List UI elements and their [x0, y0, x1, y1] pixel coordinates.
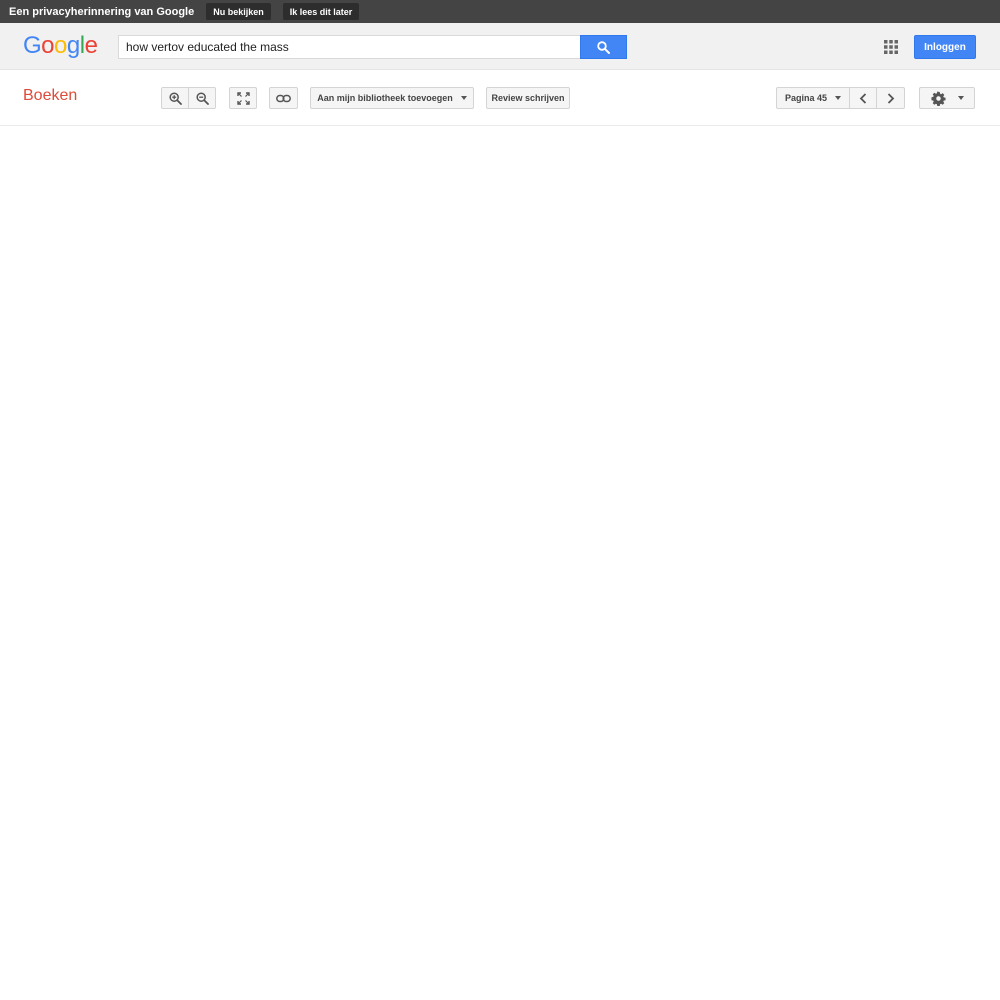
logo-letter: G: [23, 32, 42, 59]
privacy-reminder-title: Een privacyherinnering van Google: [9, 5, 195, 18]
section-title[interactable]: Boeken: [23, 87, 77, 105]
page-selector-label: Pagina 45: [784, 93, 828, 103]
fullscreen-icon: [236, 91, 250, 105]
logo-letter: g: [66, 32, 80, 59]
zoom-out-button[interactable]: [188, 87, 216, 109]
privacy-reminder-bar: Een privacyherinnering van Google Nu bek…: [0, 0, 1000, 23]
search-button[interactable]: [580, 35, 627, 59]
next-page-button[interactable]: [876, 87, 905, 109]
search-input[interactable]: [118, 35, 580, 59]
fullscreen-button[interactable]: [229, 87, 257, 109]
chevron-left-icon: [859, 92, 866, 104]
logo-letter: e: [84, 32, 98, 59]
gear-icon: [930, 90, 946, 106]
books-toolbar: Boeken Aan mijn bibliotheek toevoegen Re…: [0, 71, 1000, 126]
logo-letter: o: [41, 32, 55, 59]
search-icon: [597, 40, 610, 54]
signin-button[interactable]: Inloggen: [914, 35, 976, 59]
google-logo[interactable]: Google: [23, 32, 98, 59]
zoom-in-icon: [168, 91, 182, 105]
link-button[interactable]: [269, 87, 298, 109]
zoom-in-button[interactable]: [161, 87, 189, 109]
review-now-button[interactable]: Nu bekijken: [206, 3, 271, 20]
apps-grid-icon[interactable]: [883, 39, 899, 55]
zoom-out-icon: [195, 91, 209, 105]
chevron-down-icon: [460, 96, 467, 100]
add-to-library-label: Aan mijn bibliotheek toevoegen: [317, 93, 453, 103]
chevron-down-icon: [835, 96, 842, 100]
write-review-button[interactable]: Review schrijven: [486, 87, 570, 109]
page-selector-button[interactable]: Pagina 45: [776, 87, 850, 109]
add-to-library-button[interactable]: Aan mijn bibliotheek toevoegen: [310, 87, 474, 109]
chevron-down-icon: [957, 96, 964, 100]
read-later-button[interactable]: Ik lees dit later: [282, 3, 360, 20]
settings-button[interactable]: [919, 87, 975, 109]
book-viewer-area: [0, 127, 1000, 1000]
header: Google Inloggen: [0, 23, 1000, 70]
logo-letter: o: [54, 32, 67, 59]
link-icon: [276, 94, 291, 102]
previous-page-button[interactable]: [849, 87, 877, 109]
chevron-right-icon: [887, 92, 895, 104]
